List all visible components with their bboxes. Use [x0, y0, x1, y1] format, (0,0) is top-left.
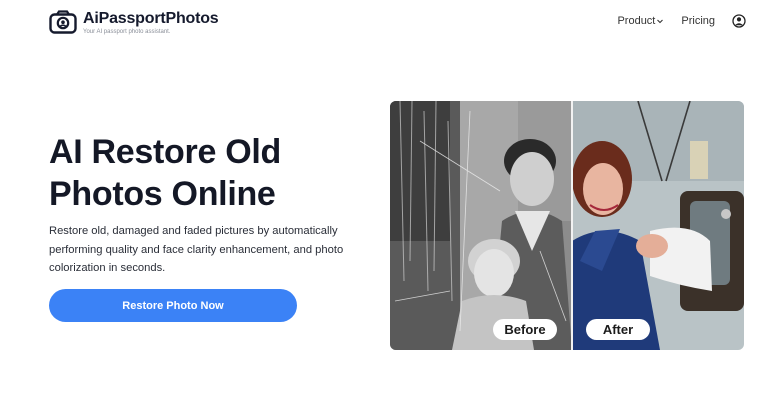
chevron-down-icon — [657, 19, 664, 24]
site-header: AiPassportPhotos Your AI passport photo … — [0, 0, 780, 44]
restore-photo-button[interactable]: Restore Photo Now — [49, 289, 297, 322]
comparison-slider-handle[interactable] — [571, 101, 573, 350]
page-title-line1: AI Restore Old — [49, 133, 281, 171]
before-photo — [390, 101, 572, 350]
before-label: Before — [493, 319, 557, 340]
main-nav: Product Pricing — [617, 14, 746, 28]
brand-tagline: Your AI passport photo assistant. — [83, 29, 171, 35]
after-photo — [572, 101, 744, 350]
nav-pricing-label: Pricing — [681, 15, 715, 27]
brand-logo[interactable]: AiPassportPhotos Your AI passport photo … — [49, 10, 219, 36]
after-label: After — [586, 319, 650, 340]
camera-logo-icon — [49, 10, 77, 34]
nav-product-label: Product — [617, 15, 656, 27]
brand-name: AiPassportPhotos — [83, 10, 219, 27]
hero-description: Restore old, damaged and faded pictures … — [49, 225, 344, 274]
nav-pricing[interactable]: Pricing — [681, 15, 715, 27]
nav-product[interactable]: Product — [617, 15, 664, 27]
before-after-comparison[interactable]: Before After — [390, 101, 744, 350]
comparison-photo — [390, 101, 744, 350]
page-title-line2: Photos Online — [49, 175, 276, 213]
user-circle-icon[interactable] — [732, 14, 746, 28]
page-title: AI Restore Old Photos Online — [49, 131, 369, 215]
